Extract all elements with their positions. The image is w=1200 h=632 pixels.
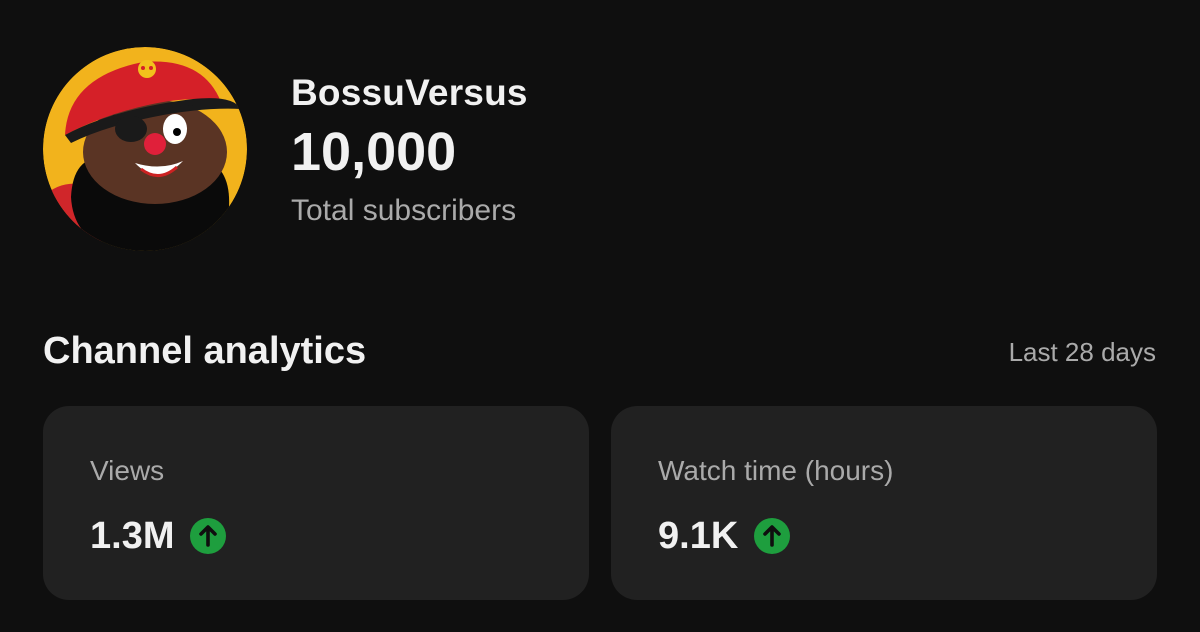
watch-time-label: Watch time (hours) (658, 455, 894, 486)
watch-time-value-row: 9.1K (658, 512, 1157, 560)
views-label: Views (90, 455, 165, 486)
channel-avatar[interactable] (43, 47, 247, 251)
channel-name[interactable]: BossuVersus (291, 71, 528, 115)
views-value-row: 1.3M (90, 512, 589, 560)
channel-header: BossuVersus 10,000 Total subscribers (43, 47, 528, 251)
subscriber-label: Total subscribers (291, 194, 517, 227)
arrow-up-circle-icon (754, 518, 791, 554)
channel-dashboard: BossuVersus 10,000 Total subscribers Cha… (0, 0, 1200, 632)
views-card[interactable]: Views 1.3M (43, 406, 589, 600)
pirate-avatar-image (43, 47, 247, 251)
watch-time-value: 9.1K (658, 515, 739, 557)
subscriber-count: 10,000 (291, 122, 457, 182)
watch-time-card[interactable]: Watch time (hours) 9.1K (611, 406, 1157, 600)
analytics-period: Last 28 days (1008, 337, 1156, 367)
views-value: 1.3M (90, 515, 175, 557)
channel-info: BossuVersus 10,000 Total subscribers (291, 47, 528, 231)
arrow-up-circle-icon (190, 518, 227, 554)
analytics-title: Channel analytics (43, 330, 367, 372)
